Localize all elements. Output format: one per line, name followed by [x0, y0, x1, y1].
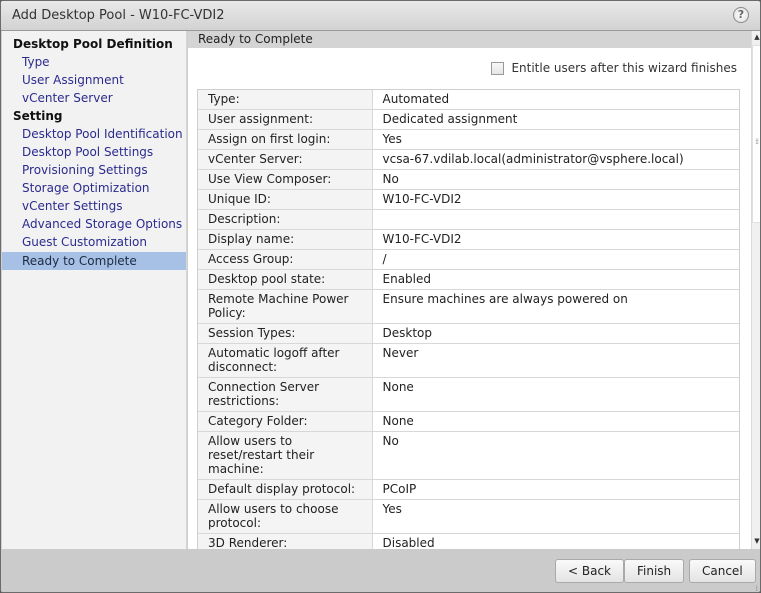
- summary-key: Allow users to choose protocol:: [198, 499, 373, 534]
- summary-row: 3D Renderer: Disabled: [198, 533, 739, 549]
- scroll-down-arrow-icon[interactable]: ▼: [753, 537, 760, 545]
- summary-row: Display name: W10-FC-VDI2: [198, 229, 739, 250]
- nav-item-guest-customization[interactable]: Guest Customization: [2, 233, 186, 251]
- summary-row: Session Types: Desktop: [198, 323, 739, 344]
- summary-value: Never: [372, 343, 739, 378]
- summary-row: Unique ID: W10-FC-VDI2: [198, 189, 739, 210]
- scrollbar-thumb[interactable]: ⁞⁞: [752, 45, 760, 223]
- summary-value: W10-FC-VDI2: [372, 229, 739, 250]
- dialog-title: Add Desktop Pool - W10-FC-VDI2: [12, 8, 225, 23]
- summary-key: 3D Renderer:: [198, 533, 373, 549]
- summary-value: Dedicated assignment: [372, 109, 739, 130]
- summary-row: Type: Automated: [198, 90, 739, 110]
- summary-key: Desktop pool state:: [198, 269, 373, 290]
- summary-row: Allow users to reset/restart their machi…: [198, 431, 739, 480]
- summary-row: Connection Server restrictions: None: [198, 377, 739, 412]
- summary-value: PCoIP: [372, 479, 739, 500]
- finish-button[interactable]: Finish: [624, 559, 685, 583]
- summary-row: Desktop pool state: Enabled: [198, 269, 739, 290]
- summary-value: Ensure machines are always powered on: [372, 289, 739, 324]
- summary-value: None: [372, 377, 739, 412]
- summary-key: Unique ID:: [198, 189, 373, 210]
- summary-panel: Ready to Complete Entitle users after th…: [188, 31, 751, 549]
- summary-key: Display name:: [198, 229, 373, 250]
- summary-key: Automatic logoff after disconnect:: [198, 343, 373, 378]
- nav-item-provisioning-settings[interactable]: Provisioning Settings: [2, 161, 186, 179]
- nav-heading-desktop-pool-definition: Desktop Pool Definition: [13, 37, 173, 51]
- nav-item-vcenter-server[interactable]: vCenter Server: [2, 89, 186, 107]
- entitle-users-label: Entitle users after this wizard finishes: [511, 61, 737, 75]
- summary-value: No: [372, 169, 739, 190]
- summary-key: Type:: [198, 90, 373, 110]
- summary-table: Type: Automated User assignment: Dedicated …: [197, 89, 740, 549]
- summary-value: /: [372, 249, 739, 270]
- nav-heading-setting: Setting: [13, 109, 63, 123]
- summary-row: Use View Composer: No: [198, 169, 739, 190]
- grip-icon: ⁞⁞: [755, 137, 759, 146]
- summary-key: Category Folder:: [198, 411, 373, 432]
- summary-value: Automated: [372, 90, 739, 110]
- summary-key: Assign on first login:: [198, 129, 373, 150]
- summary-row: Access Group: /: [198, 249, 739, 270]
- summary-row: Category Folder: None: [198, 411, 739, 432]
- nav-item-user-assignment[interactable]: User Assignment: [2, 71, 186, 89]
- help-icon[interactable]: ?: [733, 7, 749, 23]
- summary-value: W10-FC-VDI2: [372, 189, 739, 210]
- summary-value: No: [372, 431, 739, 480]
- summary-key: Description:: [198, 209, 373, 230]
- nav-item-desktop-pool-identification[interactable]: Desktop Pool Identification: [2, 125, 186, 143]
- nav-item-vcenter-settings[interactable]: vCenter Settings: [2, 197, 186, 215]
- summary-value: Enabled: [372, 269, 739, 290]
- title-bar[interactable]: Add Desktop Pool - W10-FC-VDI2 ?: [1, 1, 760, 31]
- summary-value: None: [372, 411, 739, 432]
- entitle-users-checkbox[interactable]: [491, 61, 505, 75]
- summary-value: Disabled: [372, 533, 739, 549]
- summary-value: vcsa-67.vdilab.local(administrator@vsphe…: [372, 149, 739, 170]
- summary-key: Session Types:: [198, 323, 373, 344]
- nav-item-storage-optimization[interactable]: Storage Optimization: [2, 179, 186, 197]
- nav-item-desktop-pool-settings[interactable]: Desktop Pool Settings: [2, 143, 186, 161]
- section-title: Ready to Complete: [188, 31, 751, 48]
- summary-row: Automatic logoff after disconnect: Never: [198, 343, 739, 378]
- summary-value: [372, 209, 739, 230]
- summary-row: Description:: [198, 209, 739, 230]
- back-button[interactable]: < Back: [555, 559, 625, 583]
- nav-item-type[interactable]: Type: [2, 53, 186, 71]
- summary-key: Use View Composer:: [198, 169, 373, 190]
- summary-key: vCenter Server:: [198, 149, 373, 170]
- summary-row: User assignment: Dedicated assignment: [198, 109, 739, 130]
- nav-item-advanced-storage-options[interactable]: Advanced Storage Options: [2, 215, 186, 233]
- summary-row: Allow users to choose protocol: Yes: [198, 499, 739, 534]
- summary-row: Default display protocol: PCoIP: [198, 479, 739, 500]
- summary-row: Assign on first login: Yes: [198, 129, 739, 150]
- summary-value: Desktop: [372, 323, 739, 344]
- summary-key: User assignment:: [198, 109, 373, 130]
- nav-item-ready-to-complete[interactable]: Ready to Complete: [2, 252, 186, 270]
- summary-key: Access Group:: [198, 249, 373, 270]
- summary-value: Yes: [372, 499, 739, 534]
- summary-value: Yes: [372, 129, 739, 150]
- dialog-footer: < Back Finish Cancel ⁞: [1, 549, 760, 592]
- wizard-steps-sidebar: Desktop Pool Definition Type User Assign…: [2, 31, 187, 549]
- summary-key: Connection Server restrictions:: [198, 377, 373, 412]
- summary-key: Default display protocol:: [198, 479, 373, 500]
- resize-grip-icon[interactable]: ⁞: [755, 585, 758, 593]
- entitle-users-option[interactable]: Entitle users after this wizard finishes: [491, 60, 737, 76]
- scroll-up-arrow-icon[interactable]: ▲: [753, 33, 760, 41]
- summary-key: Allow users to reset/restart their machi…: [198, 431, 373, 480]
- add-desktop-pool-dialog: Add Desktop Pool - W10-FC-VDI2 ? Desktop…: [0, 0, 761, 593]
- summary-key: Remote Machine Power Policy:: [198, 289, 373, 324]
- summary-row: vCenter Server: vcsa-67.vdilab.local(admi…: [198, 149, 739, 170]
- vertical-scrollbar[interactable]: ▲ ⁞⁞ ▼: [751, 31, 760, 549]
- cancel-button[interactable]: Cancel: [689, 559, 756, 583]
- summary-row: Remote Machine Power Policy: Ensure machi…: [198, 289, 739, 324]
